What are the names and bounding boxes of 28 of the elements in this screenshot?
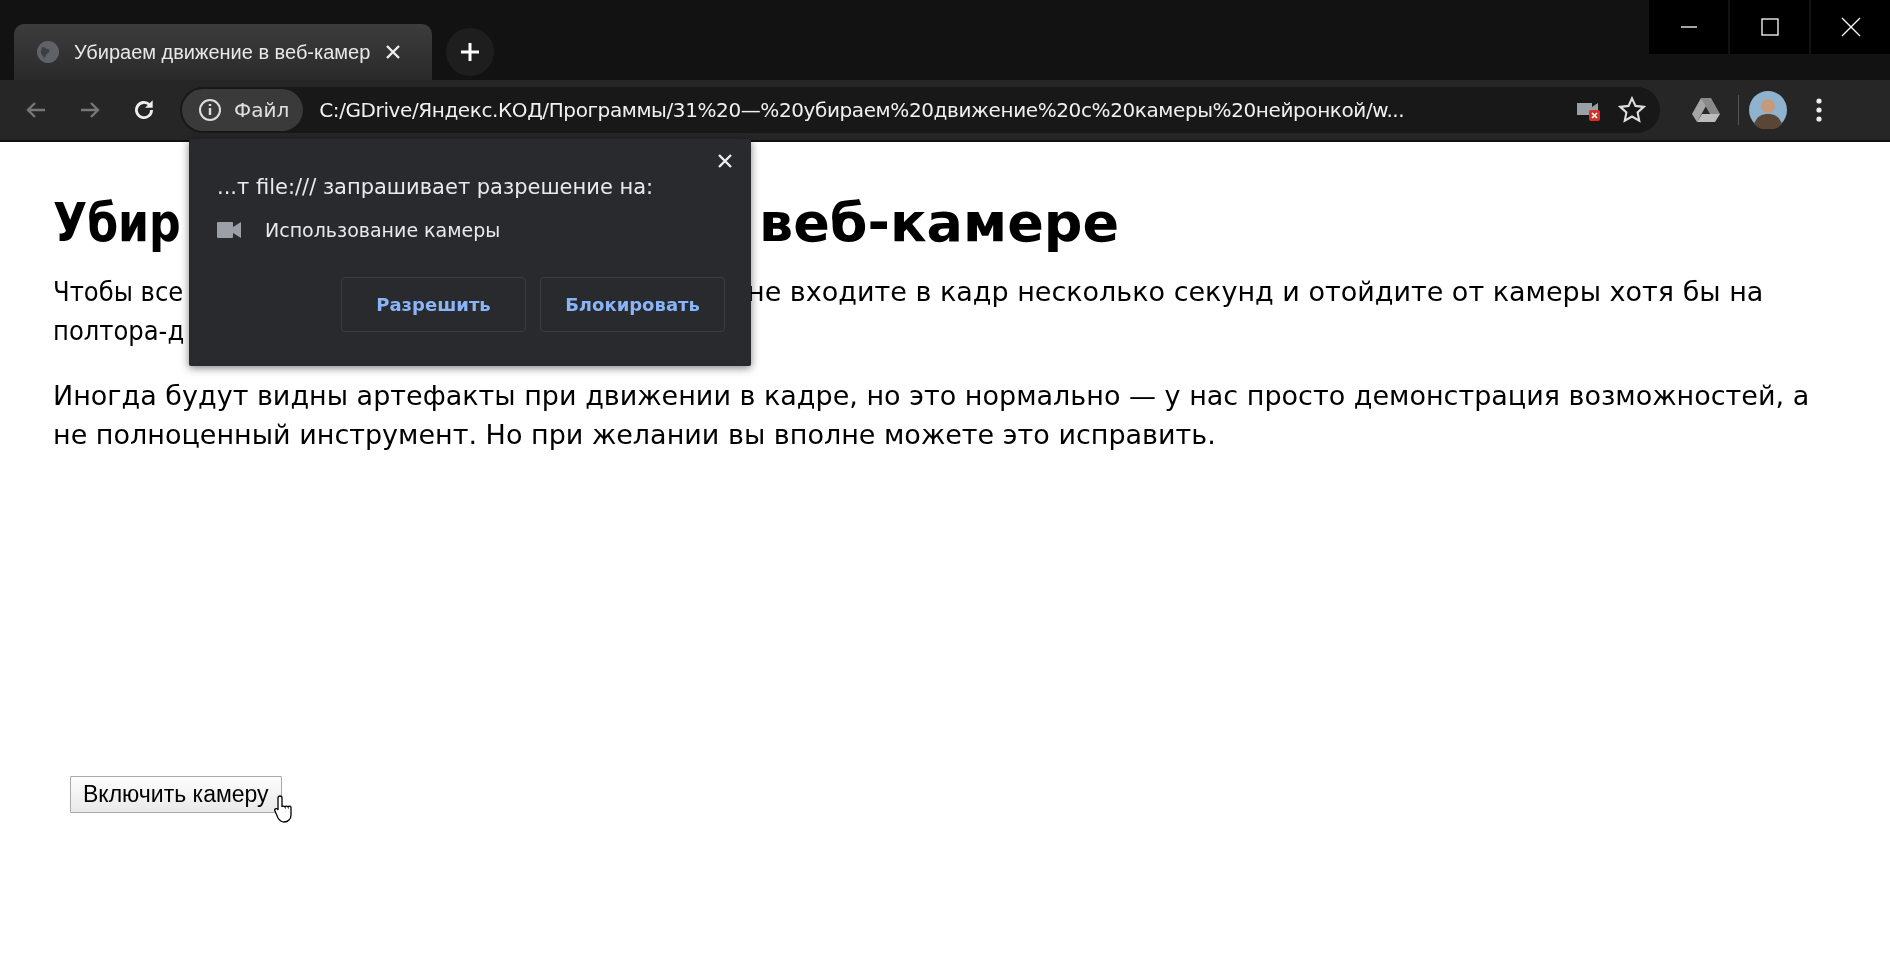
globe-icon [36,40,60,64]
video-camera-icon [217,222,241,238]
page-heading: Убир [53,190,181,256]
page-heading: веб-камере [759,190,1120,256]
permission-text: Использование камеры [265,219,501,241]
triangle-logo-icon[interactable] [1691,97,1721,123]
allow-button[interactable]: Разрешить [341,277,526,332]
plus-icon[interactable] [459,41,481,63]
menu-icon[interactable] [1816,98,1822,122]
maximize-icon[interactable] [1760,18,1779,36]
dialog-title: ...т file:/// запрашивает разрешение на: [217,175,654,199]
enable-camera-button[interactable]: Включить камеру [70,775,282,813]
close-icon[interactable] [384,43,403,61]
address-bar[interactable]: Файл C:/GDrive/Яндекс.КОД/Программы/31%20—%20убираем%20движение%20с%20камеры%20нейронкой/w... [180,87,1660,133]
star-icon[interactable] [1618,96,1646,124]
avatar-icon[interactable] [1749,91,1787,129]
paragraph-text: Чтобы все [53,275,184,309]
close-icon[interactable] [717,153,733,169]
site-info-button[interactable]: Файл [182,89,304,131]
browser-tab[interactable]: Убираем движение в веб-камер [14,24,432,80]
paragraph-text: Иногда будут видны артефакты при движении в кадре, но это нормально — у нас просто демонстрация возможностей, а не полноценный инструмент. Но при желании вы вполне можете это исправить. [53,379,1811,452]
url-text: C:/GDrive/Яндекс.КОД/Программы/31%20—%20убираем%20движение%20с%20камеры%20нейронкой/w... [319,98,1406,122]
paragraph-text: полтора-д [53,314,185,348]
block-button[interactable]: Блокировать [540,277,725,332]
maximize-button[interactable] [1730,0,1809,54]
close-button[interactable] [1811,0,1890,54]
new-tab-button[interactable] [446,28,494,76]
info-icon[interactable] [198,98,222,122]
